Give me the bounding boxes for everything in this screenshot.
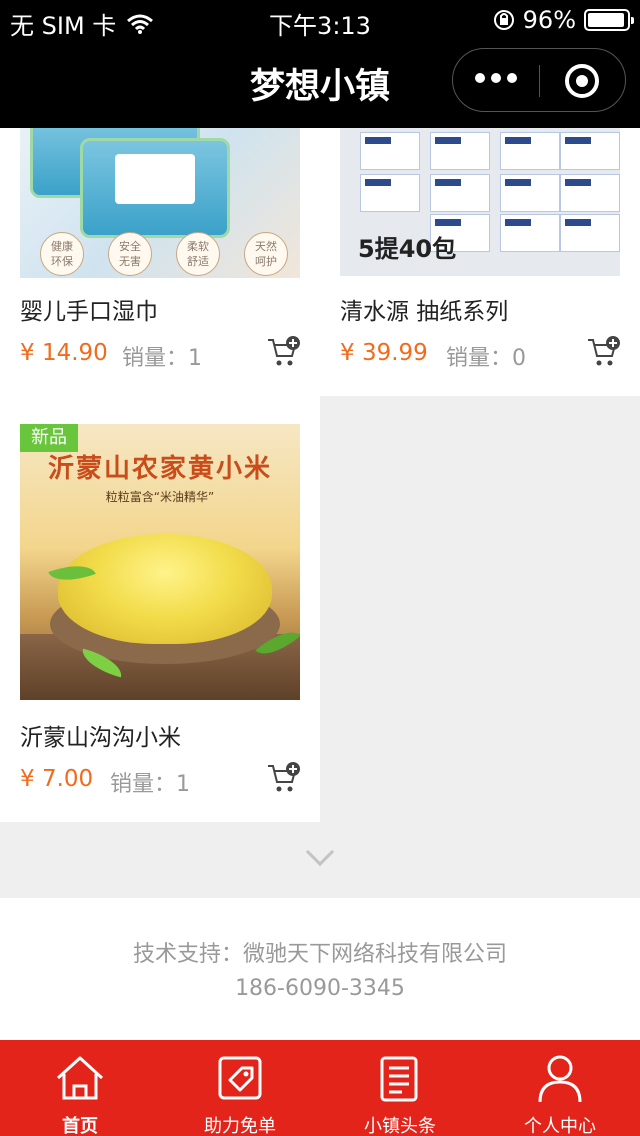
product-sales: 销量：1: [122, 346, 202, 371]
footer: 技术支持：微驰天下网络科技有限公司 186-6090-3345: [0, 898, 640, 1040]
image-tag: 健康 环保: [40, 232, 84, 276]
product-card[interactable]: 沂蒙山农家黄小米 粒粒富含“米油精华” 新品 沂蒙山沟沟小米 ¥ 7.00 销量…: [0, 396, 320, 822]
tab-label: 首页: [62, 1116, 98, 1136]
battery-percent: 96%: [522, 6, 576, 34]
status-bar: 无 SIM 卡 下午3:13 96%: [0, 0, 640, 40]
tab-bar: 首页 助力免单 小镇头条 个人中心: [0, 1040, 640, 1136]
new-badge: 新品: [20, 424, 78, 452]
image-tag: 天然 呵护: [244, 232, 288, 276]
add-to-cart-icon[interactable]: [266, 336, 300, 368]
product-list: 健康 环保 安全 无害 柔软 舒适 天然 呵护 婴儿手口湿巾 ¥ 14.90 销…: [0, 128, 640, 1040]
image-caption: 5提40包: [358, 235, 457, 263]
home-icon: [56, 1056, 104, 1100]
tab-free-order[interactable]: 助力免单: [160, 1040, 320, 1136]
product-image[interactable]: 健康 环保 安全 无害 柔软 舒适 天然 呵护: [20, 128, 300, 278]
image-tag: 柔软 舒适: [176, 232, 220, 276]
product-price: ¥ 14.90: [20, 340, 108, 366]
product-image[interactable]: 沂蒙山农家黄小米 粒粒富含“米油精华” 新品: [20, 424, 300, 700]
tech-support-text: 技术支持：微驰天下网络科技有限公司: [132, 942, 507, 967]
product-sales: 销量：1: [110, 772, 190, 797]
product-price: ¥ 7.00: [20, 766, 94, 792]
product-name[interactable]: 清水源 抽纸系列: [340, 292, 508, 326]
tab-town-news[interactable]: 小镇头条: [320, 1040, 480, 1136]
product-sales: 销量：0: [446, 346, 526, 371]
tab-home[interactable]: 首页: [0, 1040, 160, 1136]
image-subcaption: 粒粒富含“米油精华”: [105, 490, 215, 504]
product-name[interactable]: 沂蒙山沟沟小米: [20, 718, 181, 752]
more-icon[interactable]: [475, 73, 517, 83]
tab-label: 小镇头条: [364, 1116, 436, 1136]
chevron-down-icon[interactable]: [305, 837, 335, 867]
image-tag: 安全 无害: [108, 232, 152, 276]
nav-bar: 梦想小镇: [0, 40, 640, 128]
product-card[interactable]: 健康 环保 安全 无害 柔软 舒适 天然 呵护 婴儿手口湿巾 ¥ 14.90 销…: [0, 128, 320, 396]
product-image[interactable]: 5提40包: [340, 128, 620, 276]
miniprogram-capsule: [452, 48, 626, 112]
capsule-divider: [539, 65, 540, 97]
close-miniprogram-icon[interactable]: [565, 64, 599, 98]
add-to-cart-icon[interactable]: [266, 762, 300, 794]
product-price: ¥ 39.99: [340, 340, 428, 366]
coupon-tag-icon: [218, 1056, 262, 1100]
add-to-cart-icon[interactable]: [586, 336, 620, 368]
news-document-icon: [380, 1056, 418, 1102]
orientation-lock-icon: [493, 10, 514, 30]
image-caption: 沂蒙山农家黄小米: [47, 454, 272, 484]
support-phone[interactable]: 186-6090-3345: [0, 976, 640, 1001]
load-more[interactable]: [0, 822, 640, 898]
product-name[interactable]: 婴儿手口湿巾: [20, 292, 158, 326]
status-right-group: 96%: [493, 6, 634, 34]
battery-fill: [588, 13, 625, 27]
tab-profile[interactable]: 个人中心: [480, 1040, 640, 1136]
tab-label: 助力免单: [204, 1116, 276, 1136]
product-card[interactable]: 5提40包 清水源 抽纸系列 ¥ 39.99 销量：0: [320, 128, 640, 396]
tab-label: 个人中心: [524, 1116, 596, 1136]
battery-icon: [584, 9, 634, 31]
user-icon: [538, 1055, 582, 1103]
